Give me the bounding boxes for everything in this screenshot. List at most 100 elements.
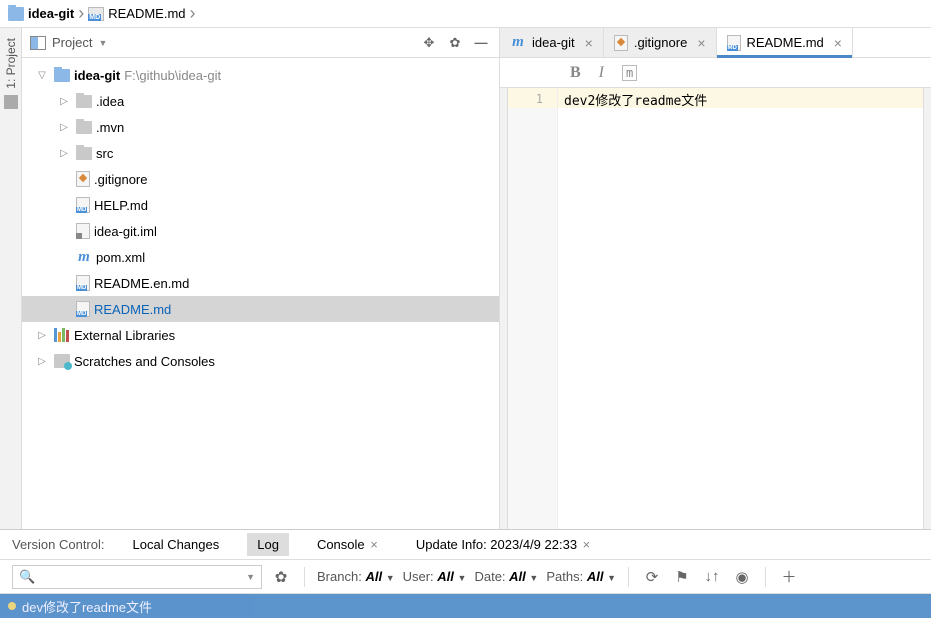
gear-icon[interactable]: ✿ — [270, 566, 292, 588]
tree-file-readme[interactable]: README.md — [22, 296, 499, 322]
vc-label: Version Control: — [12, 537, 105, 552]
tree-item-label: .gitignore — [94, 172, 147, 187]
tree-item-label: .idea — [96, 94, 124, 109]
plus-icon[interactable]: ＋ — [778, 566, 800, 588]
close-icon[interactable]: × — [697, 35, 705, 51]
chevron-right-icon[interactable]: ▷ — [34, 330, 50, 341]
splitter-left[interactable] — [500, 88, 508, 529]
close-icon[interactable]: × — [834, 35, 842, 51]
tree-item-label: External Libraries — [74, 328, 175, 343]
tree-folder-mvn[interactable]: ▷ .mvn — [22, 114, 499, 140]
tab-gitignore[interactable]: .gitignore × — [604, 28, 717, 57]
search-icon: 🔍 — [19, 569, 35, 585]
tree-file-iml[interactable]: idea-git.iml — [22, 218, 499, 244]
editor-tabs: m idea-git × .gitignore × README.md × — [500, 28, 931, 58]
code-line: dev2修改了readme文件 — [558, 88, 923, 108]
tree-scratches[interactable]: ▷ Scratches and Consoles — [22, 348, 499, 374]
markdown-file-icon — [727, 35, 741, 51]
tab-label: README.md — [747, 35, 824, 50]
chevron-down-icon[interactable]: ▽ — [34, 70, 50, 81]
markdown-toolbar: B I m — [500, 58, 931, 88]
eye-icon[interactable]: ◉ — [731, 566, 753, 588]
markdown-file-icon — [88, 7, 104, 21]
code-area[interactable]: dev2修改了readme文件 — [558, 88, 923, 529]
bottom-panel: Version Control: Local Changes Log Conso… — [0, 529, 931, 618]
vc-filter-row: 🔍 ▼ ✿ Branch: All ▼ User: All ▼ Date: Al… — [0, 560, 931, 594]
maven-file-icon: m — [76, 249, 92, 265]
tree-file-help[interactable]: HELP.md — [22, 192, 499, 218]
tab-idea-git[interactable]: m idea-git × — [500, 28, 604, 57]
chevron-right-icon: › — [190, 3, 196, 24]
markdown-file-icon — [76, 197, 90, 213]
tree-item-label: src — [96, 146, 113, 161]
module-folder-icon — [54, 69, 70, 82]
project-pane: Project ▼ ✥ ✿ — ▽ idea-gitF:\github\idea… — [22, 28, 500, 529]
user-filter[interactable]: User: All ▼ — [403, 569, 467, 584]
paths-filter[interactable]: Paths: All ▼ — [546, 569, 616, 584]
tree-item-label: README.md — [94, 302, 171, 317]
chevron-right-icon[interactable]: ▷ — [56, 96, 72, 107]
chevron-right-icon[interactable]: ▷ — [56, 148, 72, 159]
locate-icon[interactable]: ✥ — [419, 33, 439, 53]
italic-button[interactable]: I — [599, 64, 604, 82]
project-title[interactable]: Project — [52, 35, 92, 50]
tree-item-label: .mvn — [96, 120, 124, 135]
log-search-input[interactable]: 🔍 ▼ — [12, 565, 262, 589]
close-icon[interactable]: × — [579, 537, 590, 552]
chevron-down-icon[interactable]: ▼ — [246, 572, 255, 582]
tree-item-label: idea-git.iml — [94, 224, 157, 239]
chevron-right-icon: › — [78, 3, 84, 24]
tree-item-label: README.en.md — [94, 276, 189, 291]
tree-item-label: Scratches and Consoles — [74, 354, 215, 369]
gear-icon[interactable]: ✿ — [445, 33, 465, 53]
date-filter[interactable]: Date: All ▼ — [474, 569, 538, 584]
tree-file-gitignore[interactable]: .gitignore — [22, 166, 499, 192]
splitter-right[interactable] — [923, 88, 931, 529]
markdown-file-icon — [76, 301, 90, 317]
tab-update-info[interactable]: Update Info: 2023/4/9 22:33 × — [406, 533, 600, 556]
chevron-right-icon[interactable]: ▷ — [56, 122, 72, 133]
commit-dot-icon — [8, 602, 16, 610]
intellisort-icon[interactable]: ↓↑ — [701, 566, 723, 588]
tab-local-changes[interactable]: Local Changes — [123, 533, 230, 556]
code-button[interactable]: m — [622, 65, 637, 81]
project-tool-button[interactable]: 1: Project — [4, 38, 18, 89]
tree-item-label: HELP.md — [94, 198, 148, 213]
close-icon[interactable]: × — [585, 35, 593, 51]
bold-button[interactable]: B — [570, 64, 581, 82]
left-tool-gutter: 1: Project — [0, 28, 22, 529]
tab-label: idea-git — [532, 35, 575, 50]
project-view-icon — [30, 36, 46, 50]
breadcrumb-file[interactable]: README.md — [86, 6, 187, 21]
tree-root-label: idea-git — [74, 68, 120, 83]
breadcrumb: idea-git › README.md › — [0, 0, 931, 28]
breadcrumb-root[interactable]: idea-git — [6, 6, 76, 21]
collapse-icon[interactable]: — — [471, 33, 491, 53]
gitignore-file-icon — [76, 171, 90, 187]
scratches-icon — [54, 354, 70, 368]
branch-filter[interactable]: Branch: All ▼ — [317, 569, 395, 584]
tab-console[interactable]: Console × — [307, 533, 388, 556]
breadcrumb-root-label: idea-git — [28, 6, 74, 21]
close-icon[interactable]: × — [367, 537, 378, 552]
tree-folder-src[interactable]: ▷ src — [22, 140, 499, 166]
tool-placeholder-icon[interactable] — [4, 95, 18, 109]
commit-message: dev修改了readme文件 — [22, 597, 152, 616]
commit-row[interactable]: dev修改了readme文件 — [0, 594, 931, 618]
tab-log[interactable]: Log — [247, 533, 289, 556]
folder-icon — [76, 121, 92, 134]
search-field[interactable] — [39, 570, 242, 584]
iml-file-icon — [76, 223, 90, 239]
refresh-icon[interactable]: ⟳ — [641, 566, 663, 588]
tree-file-pom[interactable]: m pom.xml — [22, 244, 499, 270]
cherry-pick-icon[interactable]: ⚑ — [671, 566, 693, 588]
tree-root[interactable]: ▽ idea-gitF:\github\idea-git — [22, 62, 499, 88]
tree-file-readme-en[interactable]: README.en.md — [22, 270, 499, 296]
chevron-down-icon[interactable]: ▼ — [98, 38, 107, 48]
tree-external-libs[interactable]: ▷ External Libraries — [22, 322, 499, 348]
chevron-right-icon[interactable]: ▷ — [34, 356, 50, 367]
tab-readme[interactable]: README.md × — [717, 28, 853, 57]
markdown-file-icon — [76, 275, 90, 291]
project-tree: ▽ idea-gitF:\github\idea-git ▷ .idea ▷ .… — [22, 58, 499, 529]
tree-folder-idea[interactable]: ▷ .idea — [22, 88, 499, 114]
